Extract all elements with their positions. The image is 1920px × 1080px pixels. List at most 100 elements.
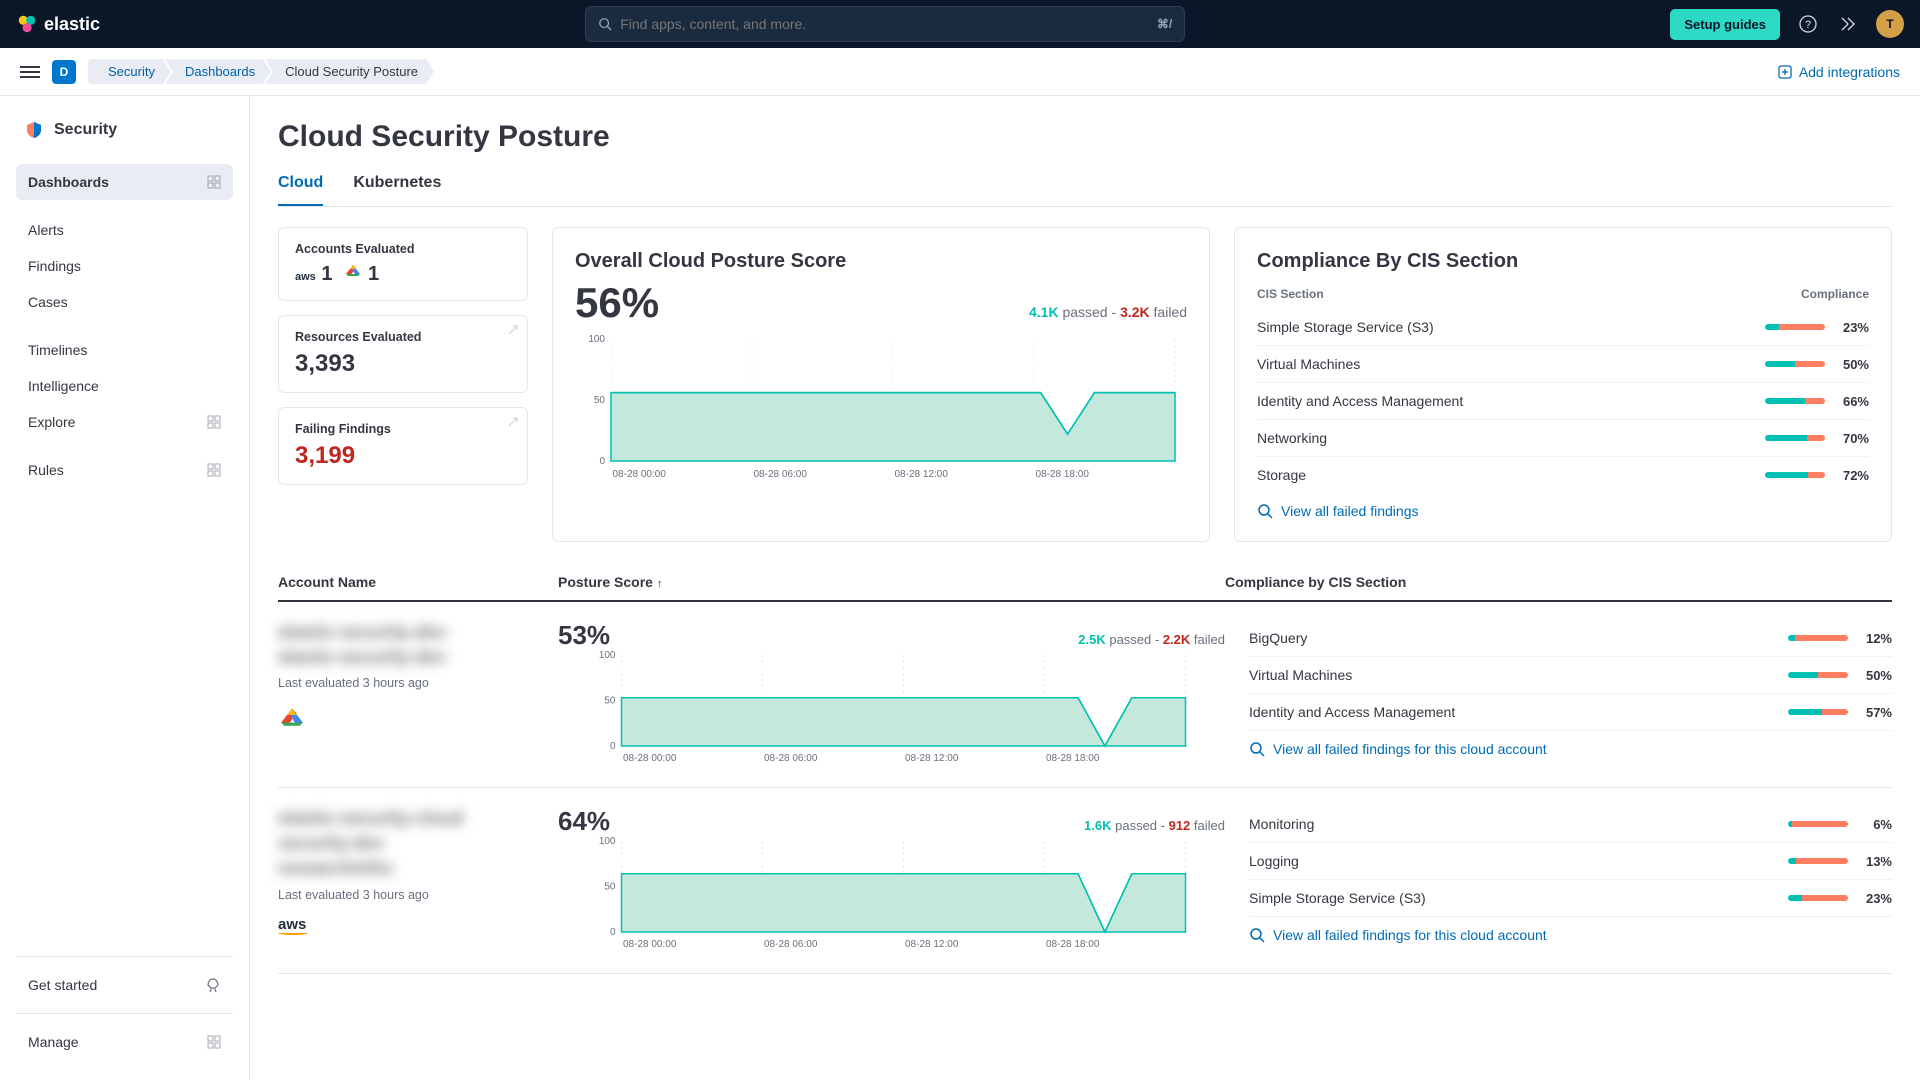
- view-account-failed-findings-link[interactable]: View all failed findings for this cloud …: [1249, 741, 1892, 757]
- search-input[interactable]: [620, 16, 1149, 32]
- compliance-section-name: Identity and Access Management: [1249, 704, 1455, 720]
- svg-text:08-28 12:00: 08-28 12:00: [905, 939, 959, 950]
- compliance-section-name: Simple Storage Service (S3): [1257, 319, 1434, 335]
- compliance-pct: 13%: [1858, 854, 1892, 869]
- expand-icon: [507, 324, 519, 336]
- card-resources-evaluated[interactable]: Resources Evaluated 3,393: [278, 315, 528, 393]
- svg-text:50: 50: [604, 882, 616, 893]
- sidebar-item-intelligence[interactable]: Intelligence: [16, 368, 233, 404]
- crumb-security[interactable]: Security: [88, 59, 171, 84]
- search-icon: [1249, 741, 1265, 757]
- account-posture-chart: 05010008-28 00:0008-28 06:0008-28 12:000…: [558, 651, 1225, 769]
- elastic-logo[interactable]: elastic: [16, 13, 100, 35]
- compliance-row: Simple Storage Service (S3) 23%: [1257, 309, 1869, 346]
- sidebar-item-explore[interactable]: Explore: [16, 404, 233, 440]
- aws-logo-icon: aws: [295, 271, 316, 283]
- main-content: Cloud Security Posture Cloud Kubernetes …: [250, 96, 1920, 1080]
- last-evaluated: Last evaluated 3 hours ago: [278, 676, 558, 690]
- compliance-section-name: Networking: [1257, 430, 1327, 446]
- help-icon[interactable]: ?: [1796, 12, 1820, 36]
- view-account-failed-findings-link[interactable]: View all failed findings for this cloud …: [1249, 927, 1892, 943]
- breadcrumb-bar: D Security Dashboards Cloud Security Pos…: [0, 48, 1920, 96]
- gcp-logo-icon: [344, 262, 362, 286]
- newsfeed-icon[interactable]: [1836, 12, 1860, 36]
- compliance-section-name: Logging: [1249, 853, 1299, 869]
- sidebar-item-findings[interactable]: Findings: [16, 248, 233, 284]
- tab-kubernetes[interactable]: Kubernetes: [353, 174, 441, 206]
- compliance-section-name: Virtual Machines: [1249, 667, 1352, 683]
- overall-score: 56%: [575, 279, 659, 327]
- compliance-bar: [1765, 472, 1825, 478]
- crumb-current: Cloud Security Posture: [265, 59, 434, 84]
- grid-icon: [207, 463, 221, 477]
- kbd-hint: ⌘/: [1157, 17, 1172, 31]
- aws-logo-icon: aws: [278, 916, 558, 935]
- gcp-logo-icon: [278, 704, 558, 735]
- compliance-pct: 23%: [1835, 320, 1869, 335]
- svg-text:100: 100: [588, 334, 605, 345]
- compliance-bar: [1765, 398, 1825, 404]
- setup-guides-button[interactable]: Setup guides: [1670, 9, 1780, 40]
- account-posture-score: 64%: [558, 806, 610, 837]
- compliance-section-name: Virtual Machines: [1257, 356, 1360, 372]
- svg-text:50: 50: [594, 395, 606, 406]
- tab-cloud[interactable]: Cloud: [278, 174, 323, 206]
- account-row: elastic-security-develastic-security-dev…: [278, 602, 1892, 788]
- compliance-row: Identity and Access Management 66%: [1257, 383, 1869, 420]
- svg-text:08-28 12:00: 08-28 12:00: [905, 753, 959, 764]
- add-integrations-button[interactable]: Add integrations: [1777, 64, 1900, 80]
- compliance-bar: [1788, 709, 1848, 715]
- nav-toggle-icon[interactable]: [20, 66, 40, 78]
- sort-posture-score[interactable]: Posture Score↑: [558, 574, 1225, 590]
- card-compliance-by-section: Compliance By CIS Section CIS Section Co…: [1234, 227, 1892, 542]
- grid-icon: [207, 415, 221, 429]
- account-row: elastic-security-cloudsecurity-devresear…: [278, 788, 1892, 974]
- card-failing-findings[interactable]: Failing Findings 3,199: [278, 407, 528, 485]
- space-badge[interactable]: D: [52, 60, 76, 84]
- compliance-bar: [1788, 858, 1848, 864]
- sidebar-item-manage[interactable]: Manage: [16, 1024, 233, 1060]
- accounts-table-header: Account Name Posture Score↑ Compliance b…: [278, 564, 1892, 602]
- page-title: Cloud Security Posture: [278, 120, 1892, 154]
- crumb-dashboards[interactable]: Dashboards: [165, 59, 271, 84]
- global-search[interactable]: ⌘/: [585, 6, 1185, 42]
- compliance-pct: 50%: [1835, 357, 1869, 372]
- svg-text:0: 0: [610, 927, 616, 938]
- compliance-pct: 57%: [1858, 705, 1892, 720]
- svg-text:08-28 18:00: 08-28 18:00: [1046, 753, 1100, 764]
- compliance-bar: [1765, 324, 1825, 330]
- sidebar-item-timelines[interactable]: Timelines: [16, 332, 233, 368]
- svg-text:50: 50: [604, 696, 616, 707]
- user-avatar[interactable]: T: [1876, 10, 1904, 38]
- grid-icon: [207, 175, 221, 189]
- compliance-row: BigQuery 12%: [1249, 620, 1892, 657]
- grid-icon: [207, 1035, 221, 1049]
- top-header: elastic ⌘/ Setup guides ? T: [0, 0, 1920, 48]
- svg-text:?: ?: [1805, 19, 1811, 31]
- breadcrumbs: Security Dashboards Cloud Security Postu…: [88, 59, 434, 84]
- compliance-bar: [1788, 672, 1848, 678]
- sidebar-item-cases[interactable]: Cases: [16, 284, 233, 320]
- expand-icon: [507, 416, 519, 428]
- compliance-row: Storage 72%: [1257, 457, 1869, 493]
- compliance-pct: 72%: [1835, 468, 1869, 483]
- sidebar-item-dashboards[interactable]: Dashboards: [16, 164, 233, 200]
- svg-text:08-28 06:00: 08-28 06:00: [754, 469, 808, 480]
- sidebar-item-get-started[interactable]: Get started: [16, 967, 233, 1003]
- view-all-failed-findings-link[interactable]: View all failed findings: [1257, 503, 1869, 519]
- compliance-row: Monitoring 6%: [1249, 806, 1892, 843]
- compliance-section-name: Storage: [1257, 467, 1306, 483]
- account-posture-chart: 05010008-28 00:0008-28 06:0008-28 12:000…: [558, 837, 1225, 955]
- compliance-section-name: Monitoring: [1249, 816, 1314, 832]
- security-shield-icon: [24, 120, 44, 140]
- svg-text:100: 100: [599, 651, 616, 661]
- compliance-row: Logging 13%: [1249, 843, 1892, 880]
- compliance-bar: [1788, 635, 1848, 641]
- rocket-icon: [205, 977, 221, 993]
- sidebar-item-alerts[interactable]: Alerts: [16, 212, 233, 248]
- compliance-section-name: Simple Storage Service (S3): [1249, 890, 1426, 906]
- brand-text: elastic: [44, 14, 100, 35]
- sidebar-item-rules[interactable]: Rules: [16, 452, 233, 488]
- plus-package-icon: [1777, 64, 1793, 80]
- search-icon: [1249, 927, 1265, 943]
